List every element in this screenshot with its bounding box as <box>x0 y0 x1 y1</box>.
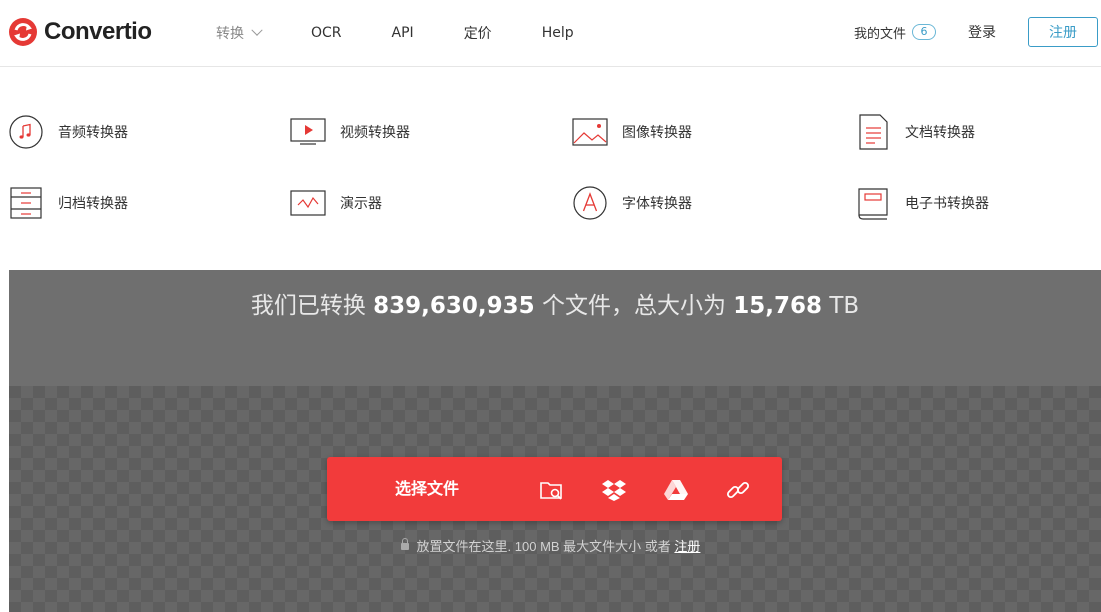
from-computer-button[interactable] <box>539 477 565 503</box>
stats-middle: 个文件，总大小为 <box>541 293 726 319</box>
chevron-down-icon <box>251 24 263 36</box>
menu-item-label: 图像转换器 <box>622 125 692 141</box>
nav-item-api[interactable]: API <box>392 25 414 41</box>
files-count-badge: 6 <box>912 24 936 40</box>
nav-item-label: OCR <box>311 25 342 41</box>
upload-note: 放置文件在这里. 100 MB 最大文件大小 或者 注册 <box>0 536 1101 555</box>
menu-item-archive-converter[interactable]: 归档转换器 <box>8 183 128 223</box>
menu-item-label: 视频转换器 <box>340 125 410 141</box>
converters-dropdown: 音频转换器 视频转换器 图像转换器 文档转换器 归档转换器 演示器 字体转换器 … <box>0 67 1101 270</box>
convertio-logo-icon <box>9 18 37 46</box>
menu-item-label: 音频转换器 <box>58 125 128 141</box>
folder-search-icon <box>540 482 562 500</box>
register-link[interactable]: 注册 <box>674 539 700 554</box>
nav-item-label: Help <box>541 25 574 41</box>
music-note-icon <box>9 115 43 149</box>
menu-item-label: 文档转换器 <box>905 125 975 141</box>
stats-prefix: 我们已转换 <box>250 293 366 319</box>
nav-item-pricing[interactable]: 定价 <box>464 23 492 43</box>
total-size-value: 15,768 <box>733 293 823 319</box>
nav-item-label: 定价 <box>463 26 492 42</box>
archive-icon <box>10 187 42 219</box>
top-header: Convertio 转换 OCR API 定价 Help 我的文件 6 登录 注… <box>0 0 1101 67</box>
google-drive-icon <box>664 480 688 500</box>
nav-item-label: 转换 <box>216 26 244 42</box>
from-url-button[interactable] <box>725 477 751 503</box>
nav-item-label: API <box>391 25 414 41</box>
font-icon <box>573 186 607 220</box>
upload-note-text: 放置文件在这里. 100 MB 最大文件大小 或者 <box>416 539 671 554</box>
menu-item-video-converter[interactable]: 视频转换器 <box>290 112 410 152</box>
menu-item-label: 字体转换器 <box>622 196 692 212</box>
menu-item-label: 归档转换器 <box>58 196 128 212</box>
main-nav: 转换 OCR API 定价 Help <box>216 0 624 66</box>
files-converted-count: 839,630,935 <box>373 293 535 319</box>
login-link[interactable]: 登录 <box>968 22 996 42</box>
account-nav: 我的文件 6 登录 注册 <box>854 17 1098 47</box>
video-play-icon <box>290 118 326 145</box>
nav-item-help[interactable]: Help <box>542 25 574 41</box>
upload-bar: 选择文件 <box>327 457 782 521</box>
menu-item-ebook-converter[interactable]: 电子书转换器 <box>855 183 989 223</box>
menu-item-image-converter[interactable]: 图像转换器 <box>572 112 692 152</box>
my-files-link[interactable]: 我的文件 6 <box>854 23 936 42</box>
from-dropbox-button[interactable] <box>601 477 627 503</box>
brand-name: Convertio <box>44 18 152 45</box>
menu-item-label: 演示器 <box>340 196 382 212</box>
total-size-unit: TB <box>829 293 860 319</box>
document-icon <box>859 114 888 150</box>
menu-item-document-converter[interactable]: 文档转换器 <box>855 112 975 152</box>
choose-file-button[interactable]: 选择文件 <box>395 457 459 521</box>
presentation-icon <box>290 190 326 216</box>
menu-item-presentation-converter[interactable]: 演示器 <box>290 183 382 223</box>
url-link-icon <box>726 481 750 499</box>
dropbox-icon <box>602 480 626 501</box>
nav-item-ocr[interactable]: OCR <box>311 25 342 41</box>
register-button[interactable]: 注册 <box>1028 17 1098 47</box>
menu-item-font-converter[interactable]: 字体转换器 <box>572 183 692 223</box>
menu-item-audio-converter[interactable]: 音频转换器 <box>8 112 128 152</box>
menu-item-label: 电子书转换器 <box>905 196 989 212</box>
ebook-icon <box>858 188 888 220</box>
from-google-drive-button[interactable] <box>663 477 689 503</box>
brand-logo[interactable]: Convertio <box>8 17 152 47</box>
conversion-stats: 我们已转换 839,630,935 个文件，总大小为 15,768 TB <box>9 286 1101 320</box>
image-icon <box>572 118 608 146</box>
my-files-label: 我的文件 <box>853 26 906 42</box>
nav-item-convert[interactable]: 转换 <box>216 23 263 43</box>
lock-icon <box>400 538 409 550</box>
